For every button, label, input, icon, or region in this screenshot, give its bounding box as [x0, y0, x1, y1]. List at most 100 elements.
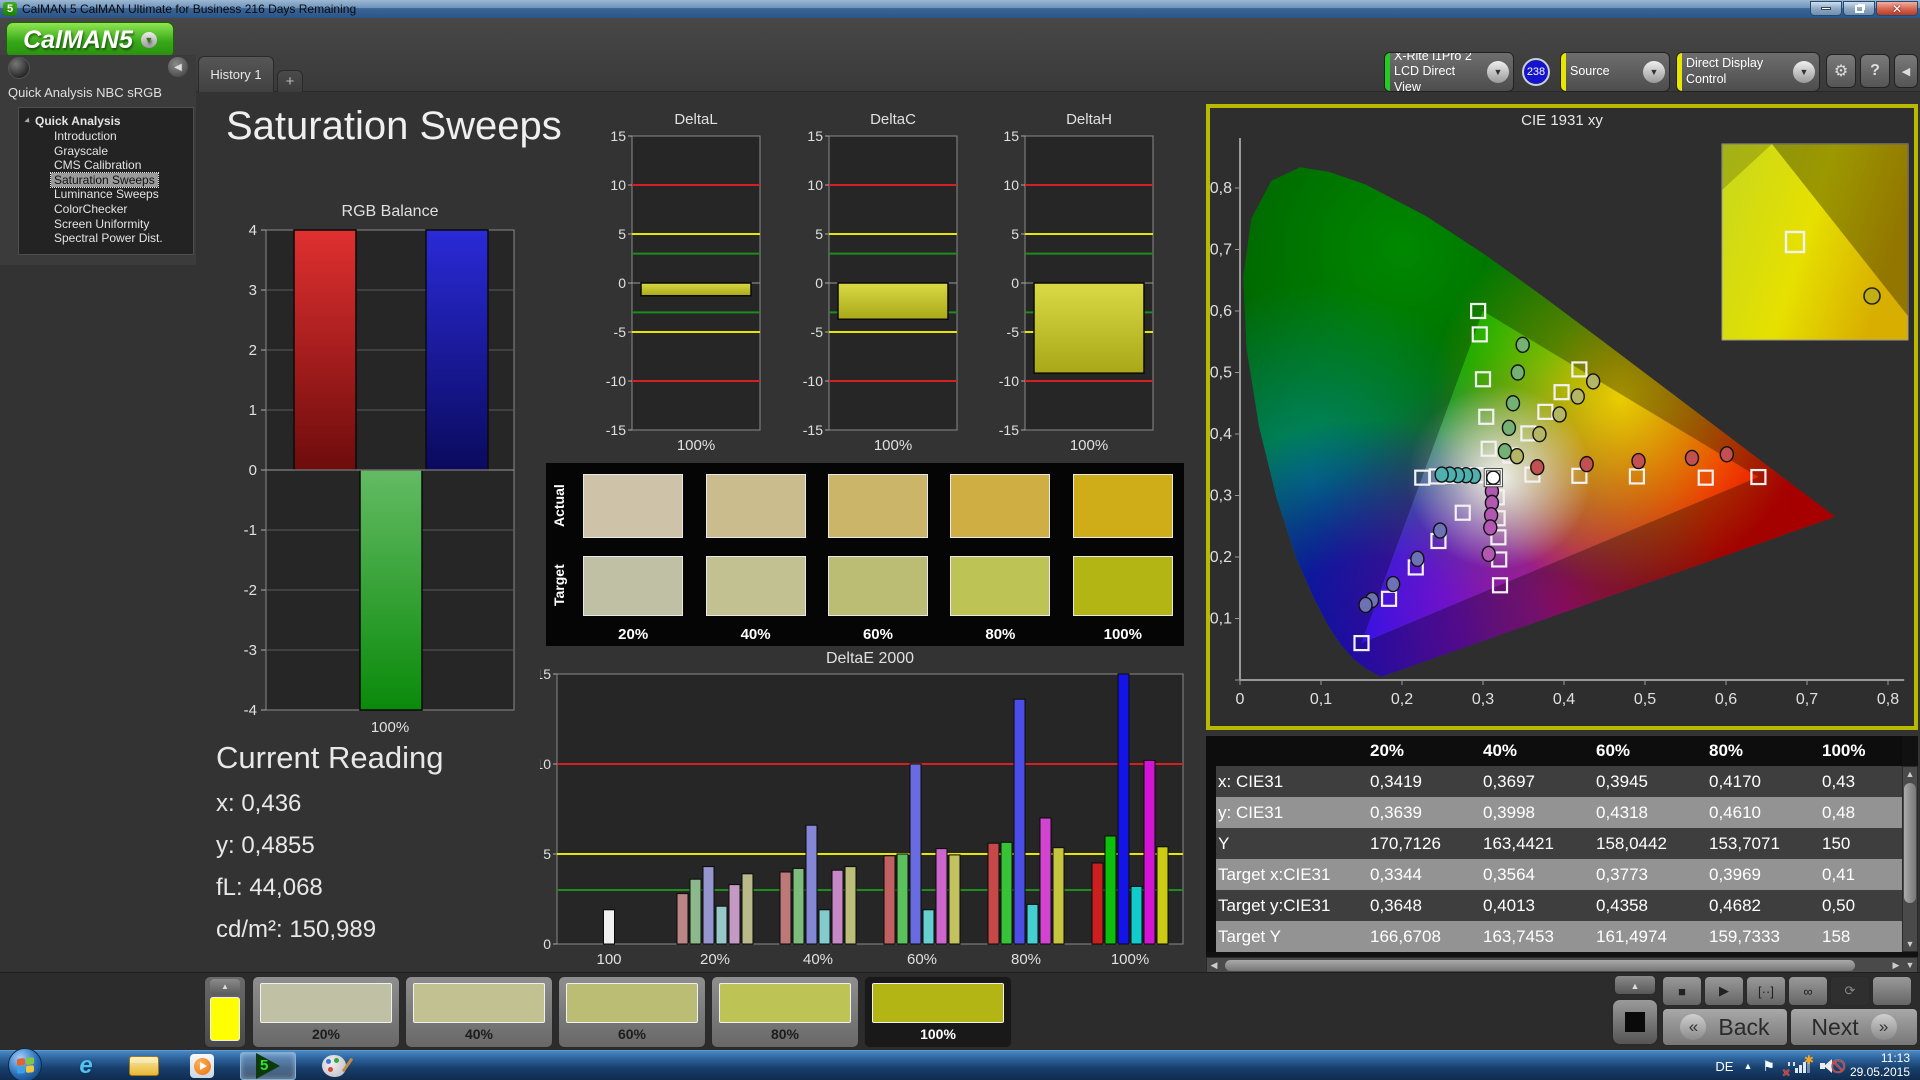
svg-text:100%: 100% [1070, 437, 1108, 454]
volume-muted-icon[interactable]: ⃠ [1819, 1059, 1836, 1073]
actual-swatch [705, 474, 806, 538]
patch-button-20%[interactable]: 20% [252, 976, 400, 1048]
reading-fl: fL: 44,068 [216, 874, 323, 901]
close-button[interactable]: ✕ [1876, 1, 1918, 16]
svg-text:-4: -4 [244, 702, 257, 719]
back-button[interactable]: « Back [1662, 1008, 1788, 1046]
patch-button-80%[interactable]: 80% [711, 976, 859, 1048]
svg-text:0: 0 [249, 462, 257, 479]
taskbar-paint[interactable] [306, 1052, 362, 1080]
minimize-button[interactable] [1810, 1, 1842, 16]
svg-text:DeltaH: DeltaH [1066, 111, 1112, 128]
scroll-corner-icon[interactable]: ▼ [1903, 958, 1917, 972]
clock-time: 11:13 [1880, 1051, 1910, 1066]
pattern-window-button[interactable] [1611, 998, 1659, 1046]
svg-text:15: 15 [610, 128, 626, 144]
meter-name: X-Rite i1Pro 2 [1394, 52, 1472, 63]
start-button[interactable] [8, 1048, 42, 1080]
svg-text:15: 15 [540, 666, 551, 682]
play-button[interactable]: ▶ [1704, 976, 1744, 1006]
svg-text:60%: 60% [907, 951, 937, 968]
patch-button-40%[interactable]: 40% [405, 976, 553, 1048]
target-swatch [705, 555, 806, 616]
sidebar-bullet-button[interactable] [8, 57, 30, 79]
svg-text:5: 5 [815, 226, 823, 242]
help-icon: ? [1870, 62, 1880, 79]
svg-text:0,1: 0,1 [1310, 691, 1332, 708]
table-vertical-scrollbar[interactable]: ▲ ▼ [1902, 766, 1918, 952]
taskbar-media-player[interactable] [174, 1052, 230, 1080]
next-button[interactable]: Next » [1790, 1008, 1918, 1046]
tab-history-1[interactable]: History 1 [198, 56, 274, 92]
table-row: Target Y 166,6708 163,7453 161,4974 159,7333… [1206, 921, 1902, 952]
current-patch-swatch[interactable] [210, 997, 240, 1041]
table-row: Target y:CIE31 0,3648 0,4013 0,4358 0,4682 0,… [1206, 890, 1902, 921]
target-swatch [1072, 555, 1173, 616]
language-indicator[interactable]: DE [1715, 1059, 1733, 1074]
logo-dropdown-icon: ▼ [140, 32, 157, 48]
target-swatch [583, 555, 684, 616]
scroll-up-icon[interactable]: ▲ [1903, 767, 1917, 781]
rgb-balance-chart: RGB Balance -4 -3 -2 -1 0 1 2 3 4 100% [222, 200, 522, 745]
restore-button[interactable] [1843, 1, 1875, 16]
taskbar-explorer[interactable] [116, 1052, 172, 1080]
svg-text:10: 10 [807, 177, 823, 193]
svg-text:-3: -3 [244, 642, 257, 659]
tab-add-button[interactable]: + [277, 70, 303, 92]
scroll-left-icon[interactable]: ◀ [1207, 958, 1221, 972]
action-center-flag-icon[interactable]: ⚑ [1762, 1058, 1775, 1075]
pattern-expand-button[interactable]: ▲ [1614, 975, 1656, 995]
table-row: Y 170,7126 163,4421 158,0442 153,7071 150 [1206, 828, 1902, 859]
network-icon[interactable]: ✱ [1794, 1053, 1814, 1073]
svg-text:-10: -10 [803, 373, 823, 389]
taskbar-calman[interactable]: 5 [240, 1052, 296, 1080]
swatch-col-label: 60% [862, 625, 893, 643]
single-measure-button[interactable]: [··] [1746, 976, 1786, 1006]
scroll-right-icon[interactable]: ▶ [1889, 958, 1903, 972]
chevron-down-icon: ▼ [1487, 61, 1509, 83]
scroll-down-icon[interactable]: ▼ [1903, 937, 1917, 951]
collapse-right-panel-button[interactable]: ◀ [1894, 54, 1918, 88]
window-title: CalMAN 5 CalMAN Ultimate for Business 21… [22, 2, 357, 16]
svg-text:10: 10 [1003, 177, 1019, 193]
svg-text:100: 100 [596, 951, 621, 968]
patch-button-60%[interactable]: 60% [558, 976, 706, 1048]
taskbar-clock[interactable]: 11:13 29.05.2015 [1850, 1051, 1918, 1080]
svg-text:RGB Balance: RGB Balance [342, 203, 439, 220]
svg-text:0,2: 0,2 [1391, 691, 1413, 708]
reading-count-badge: 238 [1522, 58, 1550, 86]
current-reading-title: Current Reading [216, 740, 444, 775]
taskbar-internet-explorer[interactable]: e [58, 1052, 114, 1080]
refresh-button[interactable]: ⟳ [1830, 976, 1870, 1006]
meter-dropdown[interactable]: X-Rite i1Pro 2 LCD Direct View ▼ [1384, 52, 1514, 92]
bottom-bar: ▲ 20% 40% 60% 80% 100% ▲ ■ ▶ [··] ∞ ⟳ « Back Nex… [0, 972, 1920, 1050]
reading-y: y: 0,4855 [216, 832, 315, 859]
extra-button[interactable] [1872, 976, 1912, 1006]
svg-text:DeltaE 2000: DeltaE 2000 [826, 650, 914, 667]
svg-text:0,3: 0,3 [1210, 488, 1232, 505]
swatch-col-label: 100% [1103, 625, 1142, 643]
continuous-button[interactable]: ∞ [1788, 976, 1828, 1006]
svg-text:-15: -15 [803, 422, 823, 438]
sidebar-collapse-button[interactable]: ◀ [168, 57, 188, 77]
chevron-down-icon: ▼ [1643, 61, 1665, 83]
calman-logo-menu[interactable]: CalMAN5 ▼ [6, 22, 174, 58]
svg-text:2: 2 [249, 342, 257, 359]
actual-row-label: Actual [551, 484, 567, 528]
source-dropdown[interactable]: Source ▼ [1560, 52, 1670, 92]
svg-text:0,5: 0,5 [1634, 691, 1656, 708]
deltae-2000-chart: DeltaE 2000 0 5 10 15 100 20% 40% 60% 80% 100% [535, 648, 1200, 983]
display-control-dropdown[interactable]: Direct Display Control ▼ [1676, 52, 1820, 92]
settings-button[interactable]: ⚙ [1826, 54, 1856, 88]
patch-panel-expand-button[interactable]: ▲ [210, 979, 240, 995]
help-button[interactable]: ? [1860, 54, 1890, 88]
patch-button-100%[interactable]: 100% [864, 976, 1012, 1048]
pattern-stack: ▲ [1610, 975, 1660, 1049]
stop-button[interactable]: ■ [1662, 976, 1702, 1006]
svg-text:0,1: 0,1 [1210, 611, 1232, 628]
show-hidden-icons[interactable]: ▲ [1743, 1061, 1752, 1071]
cie-chart-title: CIE 1931 xy [1521, 112, 1603, 129]
svg-text:80%: 80% [1011, 951, 1041, 968]
svg-text:5: 5 [618, 226, 626, 242]
svg-text:-10: -10 [999, 373, 1019, 389]
